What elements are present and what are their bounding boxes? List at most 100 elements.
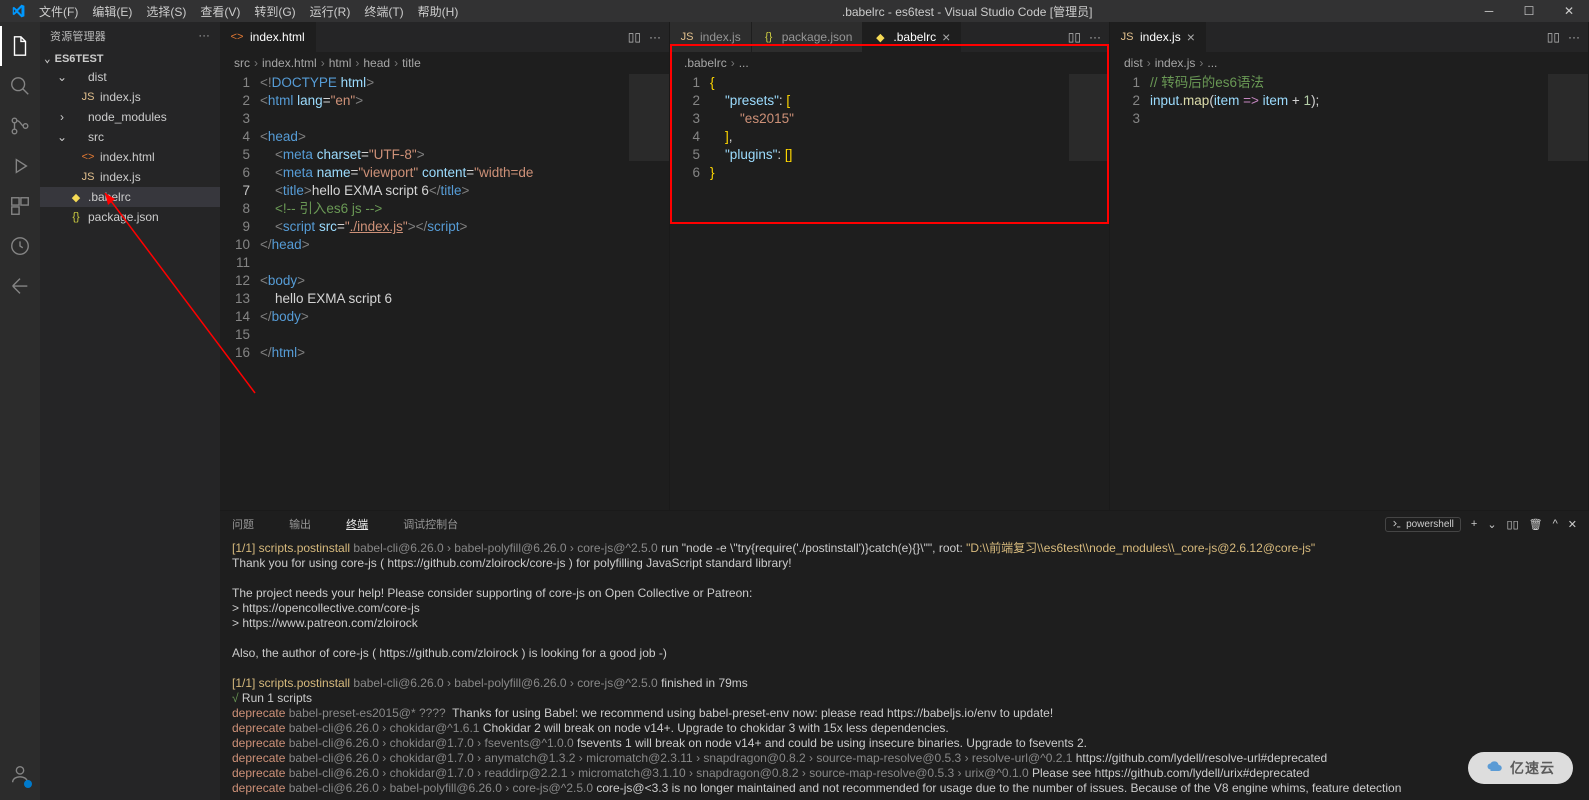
menu-item[interactable]: 帮助(H) — [411, 3, 466, 20]
more-icon[interactable]: ··· — [1089, 30, 1101, 44]
menu-item[interactable]: 文件(F) — [32, 3, 85, 20]
editor-tab[interactable]: {}package.json — [752, 22, 864, 52]
code-lines[interactable]: { "presets": [ "es2015" ], "plugins": []… — [710, 74, 1069, 510]
terminal-panel: 问题 输出 终端 调试控制台 powershell + ⌄ ▯▯ 🗑 ^ ✕ [… — [220, 510, 1589, 800]
breadcrumbs: src ›index.html ›html ›head ›title — [220, 52, 669, 74]
tab-strip: JSindex.js× ▯▯ ··· — [1110, 22, 1588, 52]
shell-selector[interactable]: powershell — [1385, 517, 1461, 532]
tree-item[interactable]: {}package.json — [40, 207, 220, 227]
minimap[interactable] — [629, 74, 669, 510]
breadcrumb-item[interactable]: index.js — [1155, 56, 1196, 70]
breadcrumb-item[interactable]: index.html — [262, 56, 317, 70]
tree-item-label: index.js — [100, 170, 141, 184]
sidebar-title: 资源管理器 ··· — [40, 22, 220, 50]
tab-label: .babelrc — [893, 30, 936, 44]
more-icon[interactable]: ··· — [198, 30, 210, 42]
menu-item[interactable]: 查看(V) — [193, 3, 247, 20]
tree-item-label: index.html — [100, 150, 155, 164]
minimap[interactable] — [1548, 74, 1588, 510]
breadcrumb-item[interactable]: head — [363, 56, 390, 70]
more-icon[interactable]: ··· — [1568, 30, 1580, 44]
menu-item[interactable]: 选择(S) — [139, 3, 193, 20]
close-button[interactable]: ✕ — [1549, 0, 1589, 22]
file-tree: ⌄distJSindex.js›node_modules⌄src<>index.… — [40, 67, 220, 227]
close-panel-icon[interactable]: ✕ — [1568, 518, 1577, 531]
breadcrumbs: dist ›index.js ›... — [1110, 52, 1588, 74]
title-bar: 文件(F)编辑(E)选择(S)查看(V)转到(G)运行(R)终端(T)帮助(H)… — [0, 0, 1589, 22]
line-gutter: 12345678910111213141516 — [220, 74, 260, 510]
chevron-up-icon[interactable]: ^ — [1553, 518, 1558, 530]
tree-item[interactable]: ⌄src — [40, 127, 220, 147]
explorer-icon[interactable] — [0, 26, 40, 66]
minimize-button[interactable]: ─ — [1469, 0, 1509, 22]
tree-item[interactable]: ◆.babelrc — [40, 187, 220, 207]
search-icon[interactable] — [0, 66, 40, 106]
more-icon[interactable]: ··· — [649, 30, 661, 44]
tree-item[interactable]: ›node_modules — [40, 107, 220, 127]
share-icon[interactable] — [0, 266, 40, 306]
trash-icon[interactable]: 🗑 — [1529, 518, 1543, 531]
panel-tab[interactable]: 输出 — [289, 516, 311, 532]
run-debug-icon[interactable] — [0, 146, 40, 186]
tree-item[interactable]: <>index.html — [40, 147, 220, 167]
sidebar: 资源管理器 ··· ⌄ ES6TEST ⌄distJSindex.js›node… — [40, 22, 220, 800]
timeline-icon[interactable] — [0, 226, 40, 266]
split-editor-icon[interactable]: ▯▯ — [1068, 30, 1081, 44]
close-icon[interactable]: × — [1187, 30, 1195, 44]
breadcrumb-item[interactable]: title — [402, 56, 421, 70]
tab-strip: <>index.html ▯▯ ··· — [220, 22, 669, 52]
breadcrumb-item[interactable]: .babelrc — [684, 56, 727, 70]
menu-item[interactable]: 转到(G) — [247, 3, 302, 20]
line-gutter: 123 — [1110, 74, 1150, 510]
source-control-icon[interactable] — [0, 106, 40, 146]
code-area[interactable]: 123 // 转码后的es6语法input.map(item => item +… — [1110, 74, 1588, 510]
split-terminal-icon[interactable]: ▯▯ — [1507, 518, 1519, 531]
line-gutter: 123456 — [670, 74, 710, 510]
code-area[interactable]: 12345678910111213141516 <!DOCTYPE html><… — [220, 74, 669, 510]
editor-tab[interactable]: <>index.html — [220, 22, 316, 52]
add-terminal-icon[interactable]: + — [1471, 518, 1477, 530]
editor-tab[interactable]: ◆.babelrc× — [863, 22, 961, 52]
editor-tab[interactable]: JSindex.js× — [1110, 22, 1206, 52]
panel-tab[interactable]: 问题 — [232, 516, 254, 532]
panel-tab[interactable]: 调试控制台 — [403, 516, 458, 532]
tree-item-label: index.js — [100, 90, 141, 104]
extensions-icon[interactable] — [0, 186, 40, 226]
project-name: ES6TEST — [55, 53, 104, 65]
tab-label: package.json — [782, 30, 853, 44]
badge-dot — [24, 780, 32, 788]
tab-strip: JSindex.js{}package.json◆.babelrc×▯▯··· — [670, 22, 1109, 52]
watermark: 亿速云 — [1468, 752, 1573, 784]
panel-tabs: 问题 输出 终端 调试控制台 powershell + ⌄ ▯▯ 🗑 ^ ✕ — [220, 511, 1589, 537]
split-editor-icon[interactable]: ▯▯ — [628, 30, 641, 44]
tree-item[interactable]: JSindex.js — [40, 167, 220, 187]
breadcrumb-item[interactable]: src — [234, 56, 250, 70]
tree-item[interactable]: JSindex.js — [40, 87, 220, 107]
editor-tab[interactable]: JSindex.js — [670, 22, 752, 52]
code-area[interactable]: 123456 { "presets": [ "es2015" ], "plugi… — [670, 74, 1109, 510]
close-icon[interactable]: × — [942, 30, 950, 44]
maximize-button[interactable]: ☐ — [1509, 0, 1549, 22]
code-lines[interactable]: // 转码后的es6语法input.map(item => item + 1); — [1150, 74, 1548, 510]
tree-item-label: dist — [88, 70, 107, 84]
menu-item[interactable]: 编辑(E) — [85, 3, 139, 20]
breadcrumb-item[interactable]: html — [329, 56, 352, 70]
panel-tab[interactable]: 终端 — [346, 516, 368, 532]
minimap[interactable] — [1069, 74, 1109, 510]
breadcrumb-item[interactable]: ... — [739, 56, 749, 70]
breadcrumb-item[interactable]: ... — [1207, 56, 1217, 70]
accounts-icon[interactable] — [0, 754, 40, 794]
menu-item[interactable]: 终端(T) — [357, 3, 410, 20]
chevron-down-icon: ⌄ — [44, 52, 51, 65]
dropdown-icon[interactable]: ⌄ — [1487, 518, 1496, 531]
terminal-body[interactable]: [1/1] scripts.postinstall babel-cli@6.26… — [220, 537, 1589, 800]
project-header[interactable]: ⌄ ES6TEST — [40, 50, 220, 67]
menu-item[interactable]: 运行(R) — [303, 3, 358, 20]
tree-item[interactable]: ⌄dist — [40, 67, 220, 87]
main-menu: 文件(F)编辑(E)选择(S)查看(V)转到(G)运行(R)终端(T)帮助(H) — [0, 0, 465, 22]
window-title: .babelrc - es6test - Visual Studio Code … — [465, 3, 1469, 20]
code-lines[interactable]: <!DOCTYPE html><html lang="en"> <head> <… — [260, 74, 629, 510]
tree-item-label: .babelrc — [88, 190, 131, 204]
breadcrumb-item[interactable]: dist — [1124, 56, 1143, 70]
split-editor-icon[interactable]: ▯▯ — [1547, 30, 1560, 44]
